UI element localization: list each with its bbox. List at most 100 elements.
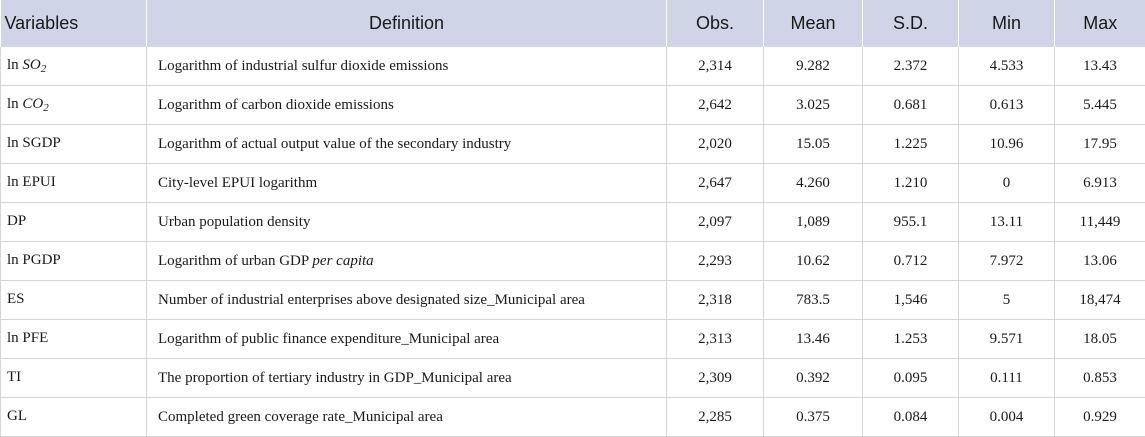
definition-cell: Urban population density [147, 203, 667, 242]
max-cell: 6.913 [1055, 164, 1145, 203]
definition-text: Number of industrial enterprises above d… [158, 292, 585, 308]
mean-cell: 783.5 [764, 281, 863, 320]
table-row: ln PFE Logarithm of public finance expen… [1, 320, 1145, 359]
header-sd: S.D. [863, 0, 959, 47]
sd-cell: 0.084 [863, 398, 959, 437]
definition-cell: City-level EPUI logarithm [147, 164, 667, 203]
obs-cell: 2,293 [667, 242, 764, 281]
definition-text: Logarithm of carbon dioxide emissions [158, 97, 394, 113]
mean-cell: 0.375 [764, 398, 863, 437]
statistics-table: Variables Definition Obs. Mean S.D. Min … [0, 0, 1145, 437]
mean-cell: 1,089 [764, 203, 863, 242]
header-obs: Obs. [667, 0, 764, 47]
definition-cell: Logarithm of carbon dioxide emissions [147, 86, 667, 125]
variable-main: CO [22, 96, 43, 112]
min-cell: 7.972 [959, 242, 1055, 281]
max-cell: 0.853 [1055, 359, 1145, 398]
variable-cell: TI [1, 359, 147, 398]
variable-cell: ln CO2 [1, 86, 147, 125]
definition-cell: Logarithm of actual output value of the … [147, 125, 667, 164]
definition-cell: The proportion of tertiary industry in G… [147, 359, 667, 398]
mean-cell: 9.282 [764, 47, 863, 86]
definition-text: Urban population density [158, 214, 310, 230]
min-cell: 0 [959, 164, 1055, 203]
definition-text: Logarithm of actual output value of the … [158, 136, 511, 152]
sd-cell: 0.095 [863, 359, 959, 398]
definition-cell: Completed green coverage rate_Municipal … [147, 398, 667, 437]
variable-cell: ln PGDP [1, 242, 147, 281]
max-cell: 0.929 [1055, 398, 1145, 437]
table-row: ln SGDP Logarithm of actual output value… [1, 125, 1145, 164]
min-cell: 0.111 [959, 359, 1055, 398]
table-row: ln PGDP Logarithm of urban GDP per capit… [1, 242, 1145, 281]
definition-text: Completed green coverage rate_Municipal … [158, 409, 443, 425]
table-row: DP Urban population density 2,097 1,089 … [1, 203, 1145, 242]
max-cell: 13.43 [1055, 47, 1145, 86]
min-cell: 0.004 [959, 398, 1055, 437]
variable-prefix: ln SGDP [7, 135, 61, 151]
sd-cell: 0.681 [863, 86, 959, 125]
sd-cell: 1.225 [863, 125, 959, 164]
obs-cell: 2,285 [667, 398, 764, 437]
obs-cell: 2,314 [667, 47, 764, 86]
variable-prefix: TI [7, 369, 21, 385]
obs-cell: 2,020 [667, 125, 764, 164]
mean-cell: 10.62 [764, 242, 863, 281]
max-cell: 18,474 [1055, 281, 1145, 320]
header-mean: Mean [764, 0, 863, 47]
table-row: GL Completed green coverage rate_Municip… [1, 398, 1145, 437]
header-definition: Definition [147, 0, 667, 47]
obs-cell: 2,309 [667, 359, 764, 398]
sd-cell: 1,546 [863, 281, 959, 320]
min-cell: 10.96 [959, 125, 1055, 164]
variable-prefix: GL [7, 408, 27, 424]
variable-prefix: ln PFE [7, 330, 48, 346]
header-variables: Variables [1, 0, 147, 47]
mean-cell: 15.05 [764, 125, 863, 164]
variable-prefix: ln [7, 96, 22, 112]
table-row: ln EPUI City-level EPUI logarithm 2,647 … [1, 164, 1145, 203]
max-cell: 17.95 [1055, 125, 1145, 164]
min-cell: 13.11 [959, 203, 1055, 242]
sd-cell: 955.1 [863, 203, 959, 242]
obs-cell: 2,642 [667, 86, 764, 125]
definition-text: Logarithm of urban GDP [158, 253, 312, 269]
definition-text: Logarithm of public finance expenditure_… [158, 331, 499, 347]
mean-cell: 13.46 [764, 320, 863, 359]
variable-cell: ln EPUI [1, 164, 147, 203]
table-row: ES Number of industrial enterprises abov… [1, 281, 1145, 320]
variable-subscript: 2 [41, 63, 47, 75]
min-cell: 9.571 [959, 320, 1055, 359]
sd-cell: 1.253 [863, 320, 959, 359]
obs-cell: 2,313 [667, 320, 764, 359]
max-cell: 13.06 [1055, 242, 1145, 281]
variable-prefix: ln PGDP [7, 252, 61, 268]
definition-cell: Logarithm of public finance expenditure_… [147, 320, 667, 359]
definition-cell: Logarithm of urban GDP per capita [147, 242, 667, 281]
definition-cell: Logarithm of industrial sulfur dioxide e… [147, 47, 667, 86]
mean-cell: 0.392 [764, 359, 863, 398]
variable-subscript: 2 [43, 102, 49, 114]
definition-text: City-level EPUI logarithm [158, 175, 317, 191]
max-cell: 11,449 [1055, 203, 1145, 242]
variable-prefix: ln [7, 57, 22, 73]
header-min: Min [959, 0, 1055, 47]
variable-prefix: DP [7, 213, 26, 229]
header-row: Variables Definition Obs. Mean S.D. Min … [1, 0, 1145, 47]
min-cell: 5 [959, 281, 1055, 320]
obs-cell: 2,097 [667, 203, 764, 242]
variable-cell: ln SGDP [1, 125, 147, 164]
sd-cell: 2.372 [863, 47, 959, 86]
table-row: TI The proportion of tertiary industry i… [1, 359, 1145, 398]
sd-cell: 0.712 [863, 242, 959, 281]
max-cell: 18.05 [1055, 320, 1145, 359]
definition-text: The proportion of tertiary industry in G… [158, 370, 512, 386]
definition-text: Logarithm of industrial sulfur dioxide e… [158, 58, 448, 74]
variable-cell: ln PFE [1, 320, 147, 359]
definition-cell: Number of industrial enterprises above d… [147, 281, 667, 320]
variable-cell: DP [1, 203, 147, 242]
variable-prefix: ln EPUI [7, 174, 56, 190]
mean-cell: 4.260 [764, 164, 863, 203]
max-cell: 5.445 [1055, 86, 1145, 125]
min-cell: 4.533 [959, 47, 1055, 86]
